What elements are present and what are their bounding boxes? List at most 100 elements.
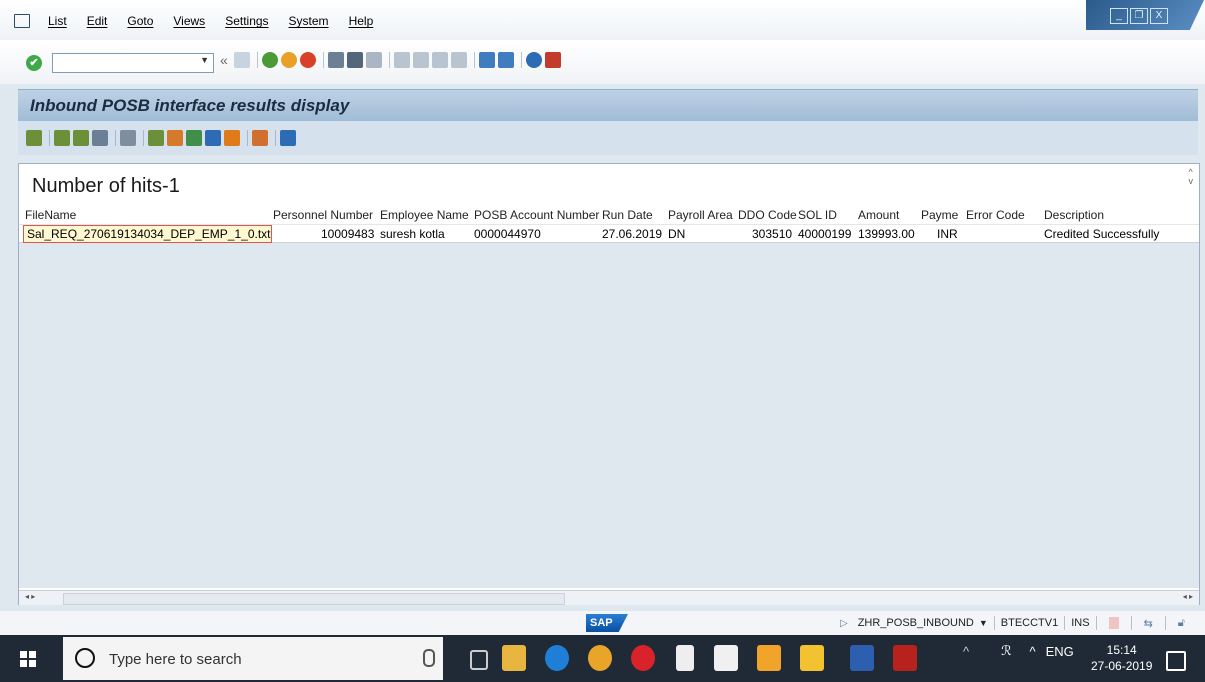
people-icon[interactable]: ℛ [1001,643,1011,659]
scrollbar-thumb[interactable] [63,593,565,605]
edge-browser-icon[interactable] [545,645,569,671]
cell-sol-id[interactable]: 40000199 [798,227,851,241]
system-clock[interactable]: 15:14 27-06-2019 [1091,642,1152,674]
store-icon[interactable] [714,645,738,671]
restore-button[interactable]: ❐ [1130,8,1148,24]
cell-payroll-area[interactable]: DN [668,227,685,241]
windows-start-icon[interactable] [20,651,36,667]
scroll-left-icon[interactable]: ◂ ▸ [25,592,35,601]
minimize-button[interactable]: _ [1110,8,1128,24]
find-icon[interactable] [346,52,363,68]
column-header-amount[interactable]: Amount [858,208,899,222]
information-icon[interactable] [280,130,296,146]
menu-goto[interactable]: Goto [127,14,153,28]
chevron-down-icon[interactable]: ▼ [979,618,988,628]
horizontal-scrollbar[interactable]: ◂ ▸ ◂ ▸ [19,590,1199,605]
system-menu-icon[interactable] [14,14,30,28]
column-header-employee-name[interactable]: Employee Name [380,208,469,222]
transaction-code[interactable]: ZHR_POSB_INBOUND [858,617,974,629]
first-page-icon[interactable] [393,52,410,68]
menu-list[interactable]: List [48,14,67,28]
cell-filename[interactable]: Sal_REQ_270619134034_DEP_EMP_1_0.txt [27,227,271,241]
outlook-icon[interactable] [757,645,781,671]
total-icon[interactable] [120,130,136,146]
enter-check-icon[interactable]: ✔ [26,55,42,71]
file-explorer-icon[interactable] [502,645,526,671]
column-header-payment[interactable]: Payme [921,208,958,222]
lock-icon[interactable]: 🔓︎ [1178,617,1185,630]
cell-description[interactable]: Credited Successfully [1044,227,1159,241]
column-header-sol-id[interactable]: SOL ID [798,208,837,222]
table-row[interactable]: Sal_REQ_270619134034_DEP_EMP_1_0.txt 100… [19,225,1199,243]
layout-icon[interactable] [252,130,268,146]
views-icon[interactable] [167,130,183,146]
next-page-icon[interactable] [431,52,448,68]
sort-ascending-icon[interactable] [54,130,70,146]
column-header-posb-account-number[interactable]: POSB Account Number [474,208,599,222]
grid-header: FileName Personnel Number Employee Name … [19,206,1199,224]
language-indicator[interactable]: ENG [1046,644,1074,659]
cell-personnel-number[interactable]: 10009483 [321,227,374,241]
chevron-up-icon[interactable]: ^ [1029,644,1035,659]
details-icon[interactable] [26,130,42,146]
cell-ddo-code[interactable]: 303510 [752,227,792,241]
export-icon[interactable] [148,130,164,146]
spreadsheet-icon[interactable] [186,130,202,146]
menu-edit[interactable]: Edit [87,14,108,28]
collapse-toolbar-icon[interactable]: « [220,52,228,68]
command-field[interactable]: ▼ [52,53,214,73]
column-header-error-code[interactable]: Error Code [966,208,1025,222]
exit-icon[interactable] [280,52,297,68]
customize-layout-icon[interactable] [544,52,561,68]
cell-employee-name[interactable]: suresh kotla [380,227,445,241]
scroll-arrows-icon[interactable]: ^ v [1189,168,1194,186]
notepad-icon[interactable] [676,645,694,671]
show-hidden-icons-icon[interactable]: ^ [963,644,969,659]
scroll-right-icon[interactable]: ◂ ▸ [1183,592,1193,601]
sap-logo: SAP [586,614,628,632]
cell-run-date[interactable]: 27.06.2019 [602,227,662,241]
task-view-icon[interactable] [470,650,488,670]
results-panel: Number of hits-1 ^ v FileName Personnel N… [18,163,1200,605]
previous-page-icon[interactable] [412,52,429,68]
play-icon[interactable]: ▷ [840,618,848,629]
sort-descending-icon[interactable] [73,130,89,146]
application-toolbar [18,121,1198,155]
shortcut-icon[interactable] [497,52,514,68]
close-button[interactable]: X [1150,8,1168,24]
microphone-icon[interactable] [423,649,435,667]
new-session-icon[interactable] [478,52,495,68]
taskbar-search[interactable]: Type here to search [63,637,443,680]
menu-views[interactable]: Views [173,14,205,28]
word-processing-icon[interactable] [205,130,221,146]
chevron-down-icon[interactable]: ▼ [200,55,209,65]
help-icon[interactable] [525,52,542,68]
column-header-payroll-area[interactable]: Payroll Area [668,208,733,222]
opera-icon[interactable] [631,645,655,671]
menu-settings[interactable]: Settings [225,14,268,28]
back-icon[interactable] [261,52,278,68]
word-icon[interactable] [850,645,874,671]
column-header-ddo-code[interactable]: DDO Code [738,208,797,222]
column-header-personnel-number[interactable]: Personnel Number [273,208,373,222]
cell-payment-currency[interactable]: INR [937,227,958,241]
layout-menu-icon[interactable]: ⇆ [1144,617,1153,630]
cancel-icon[interactable] [299,52,316,68]
last-page-icon[interactable] [450,52,467,68]
print-icon[interactable] [327,52,344,68]
menu-help[interactable]: Help [349,14,374,28]
find-next-icon[interactable] [365,52,382,68]
chrome-icon[interactable] [588,645,612,671]
column-header-filename[interactable]: FileName [25,208,76,222]
filter-icon[interactable] [92,130,108,146]
sap-logon-icon[interactable] [800,645,824,671]
menu-system[interactable]: System [289,14,329,28]
cell-amount[interactable]: 139993.00 [858,227,915,241]
column-header-run-date[interactable]: Run Date [602,208,653,222]
save-icon[interactable] [233,52,250,68]
filezilla-icon[interactable] [893,645,917,671]
cell-posb-account-number[interactable]: 0000044970 [474,227,541,241]
column-header-description[interactable]: Description [1044,208,1104,222]
notification-icon[interactable] [1166,651,1186,671]
graphic-icon[interactable] [224,130,240,146]
